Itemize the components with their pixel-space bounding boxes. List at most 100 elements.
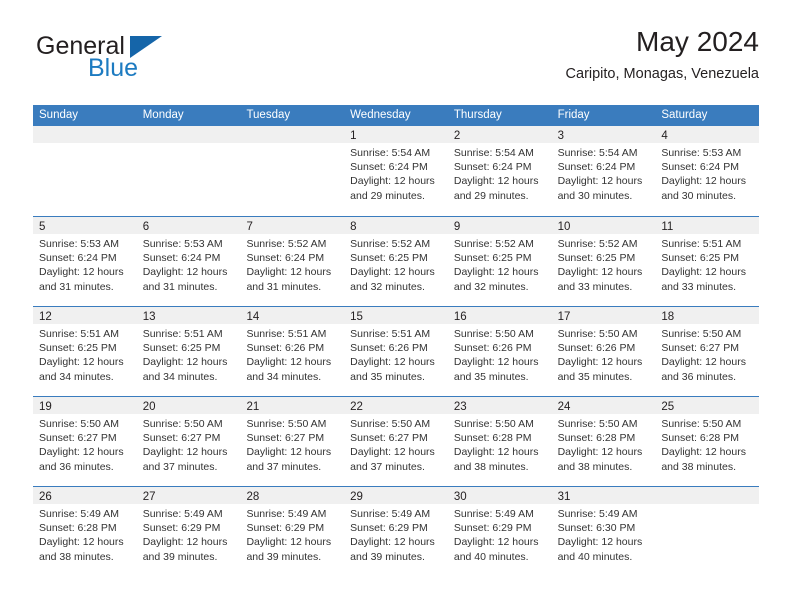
day-detail-line: and 34 minutes.: [142, 370, 218, 383]
day-cell[interactable]: 17 Sunrise: 5:50 AM Sunset: 6:26 PM Dayligh…: [551, 307, 656, 396]
day-detail-line: Sunset: 6:24 PM: [39, 252, 117, 265]
page-subtitle: Caripito, Monagas, Venezuela: [565, 66, 759, 83]
day-cell-empty: [655, 487, 760, 576]
day-cell[interactable]: 13 Sunrise: 5:51 AM Sunset: 6:25 PM Dayligh…: [136, 307, 241, 396]
day-number-band: 2: [447, 126, 552, 143]
day-detail-line: Daylight: 12 hours: [246, 266, 332, 279]
day-cell[interactable]: 31 Sunrise: 5:49 AM Sunset: 6:30 PM Dayligh…: [551, 487, 656, 576]
day-detail-line: Sunset: 6:26 PM: [557, 342, 636, 355]
day-detail-line: and 31 minutes.: [142, 280, 218, 293]
day-cell[interactable]: 15 Sunrise: 5:51 AM Sunset: 6:26 PM Dayligh…: [344, 307, 448, 396]
day-number: 1: [350, 130, 357, 142]
day-detail-line: and 34 minutes.: [246, 370, 322, 383]
day-detail-line: Sunset: 6:30 PM: [557, 522, 636, 535]
day-detail-line: Daylight: 12 hours: [453, 446, 539, 459]
day-details: Sunrise: 5:49 AM Sunset: 6:29 PM Daylight:…: [344, 504, 448, 564]
day-detail-line: and 35 minutes.: [557, 370, 633, 383]
day-cell[interactable]: 2 Sunrise: 5:54 AM Sunset: 6:24 PM Daylight…: [447, 126, 552, 216]
day-cell[interactable]: 4 Sunrise: 5:53 AM Sunset: 6:24 PM Daylight…: [655, 126, 760, 216]
day-cell[interactable]: 30 Sunrise: 5:49 AM Sunset: 6:29 PM Dayligh…: [447, 487, 552, 576]
day-cell[interactable]: 6 Sunrise: 5:53 AM Sunset: 6:24 PM Daylight…: [136, 217, 241, 306]
day-detail-line: Sunset: 6:25 PM: [661, 252, 739, 265]
day-number: 28: [246, 491, 260, 503]
day-cell[interactable]: 16 Sunrise: 5:50 AM Sunset: 6:26 PM Dayligh…: [447, 307, 552, 396]
day-detail-line: and 38 minutes.: [661, 460, 737, 473]
day-detail-line: and 40 minutes.: [453, 550, 529, 563]
day-cell[interactable]: 29 Sunrise: 5:49 AM Sunset: 6:29 PM Dayligh…: [344, 487, 448, 576]
day-cell[interactable]: 11 Sunrise: 5:51 AM Sunset: 6:25 PM Dayligh…: [655, 217, 760, 306]
day-number-band: 8: [344, 217, 448, 234]
day-detail-line: Daylight: 12 hours: [453, 175, 539, 188]
day-cell[interactable]: 22 Sunrise: 5:50 AM Sunset: 6:27 PM Dayligh…: [344, 397, 448, 486]
day-detail-line: Sunrise: 5:49 AM: [557, 508, 638, 520]
day-detail-line: Sunset: 6:24 PM: [661, 161, 739, 174]
day-cell[interactable]: 1 Sunrise: 5:54 AM Sunset: 6:24 PM Daylight…: [344, 126, 448, 216]
day-cell[interactable]: 25 Sunrise: 5:50 AM Sunset: 6:28 PM Dayligh…: [655, 397, 760, 486]
day-number-band: 23: [447, 397, 552, 414]
day-number-band: [33, 126, 137, 143]
day-detail-line: Sunrise: 5:51 AM: [350, 328, 431, 340]
day-cell[interactable]: 26 Sunrise: 5:49 AM Sunset: 6:28 PM Dayligh…: [33, 487, 137, 576]
day-cell[interactable]: 7 Sunrise: 5:52 AM Sunset: 6:24 PM Daylight…: [240, 217, 345, 306]
day-number-band: 12: [33, 307, 137, 324]
day-details: Sunrise: 5:50 AM Sunset: 6:28 PM Daylight:…: [448, 414, 552, 474]
brand-name-blue: Blue: [88, 54, 139, 82]
day-detail-line: Sunrise: 5:54 AM: [557, 147, 638, 159]
day-detail-line: Daylight: 12 hours: [142, 536, 228, 549]
day-details: Sunrise: 5:49 AM Sunset: 6:29 PM Daylight:…: [137, 504, 241, 564]
day-detail-line: Daylight: 12 hours: [661, 446, 746, 459]
day-number: 9: [453, 221, 461, 233]
day-detail-line: Daylight: 12 hours: [557, 536, 643, 549]
day-detail-line: and 35 minutes.: [350, 370, 425, 383]
day-cell[interactable]: 19 Sunrise: 5:50 AM Sunset: 6:27 PM Dayligh…: [33, 397, 137, 486]
day-number: 11: [661, 221, 674, 233]
day-number: 4: [661, 130, 668, 142]
day-cell[interactable]: 9 Sunrise: 5:52 AM Sunset: 6:25 PM Daylight…: [447, 217, 552, 306]
day-detail-line: Sunrise: 5:51 AM: [39, 328, 119, 340]
day-cell[interactable]: 8 Sunrise: 5:52 AM Sunset: 6:25 PM Daylight…: [344, 217, 448, 306]
day-cell[interactable]: 28 Sunrise: 5:49 AM Sunset: 6:29 PM Dayligh…: [240, 487, 345, 576]
day-cell[interactable]: 14 Sunrise: 5:51 AM Sunset: 6:26 PM Dayligh…: [240, 307, 345, 396]
day-detail-line: Sunrise: 5:49 AM: [39, 508, 119, 520]
day-detail-line: Sunrise: 5:53 AM: [661, 147, 742, 159]
day-cell[interactable]: 23 Sunrise: 5:50 AM Sunset: 6:28 PM Dayligh…: [447, 397, 552, 486]
day-detail-line: and 31 minutes.: [246, 280, 322, 293]
day-detail-line: Sunrise: 5:50 AM: [142, 418, 223, 430]
day-cell[interactable]: 12 Sunrise: 5:51 AM Sunset: 6:25 PM Dayligh…: [33, 307, 137, 396]
day-cell[interactable]: 3 Sunrise: 5:54 AM Sunset: 6:24 PM Daylight…: [551, 126, 656, 216]
brand-logo[interactable]: General Blue: [33, 26, 293, 88]
day-cell[interactable]: 18 Sunrise: 5:50 AM Sunset: 6:27 PM Dayligh…: [655, 307, 760, 396]
day-cell[interactable]: 20 Sunrise: 5:50 AM Sunset: 6:27 PM Dayligh…: [136, 397, 241, 486]
day-detail-line: Sunrise: 5:49 AM: [453, 508, 534, 520]
day-cell[interactable]: 27 Sunrise: 5:49 AM Sunset: 6:29 PM Dayligh…: [136, 487, 241, 576]
day-number-band: 16: [447, 307, 552, 324]
day-detail-line: and 37 minutes.: [142, 460, 218, 473]
day-cell[interactable]: 21 Sunrise: 5:50 AM Sunset: 6:27 PM Dayligh…: [240, 397, 345, 486]
day-number: 19: [39, 401, 52, 413]
day-number-band: 24: [551, 397, 656, 414]
day-detail-line: and 38 minutes.: [453, 460, 529, 473]
day-number: 12: [39, 311, 52, 323]
day-detail-line: Daylight: 12 hours: [350, 356, 435, 369]
day-cell[interactable]: 10 Sunrise: 5:52 AM Sunset: 6:25 PM Dayligh…: [551, 217, 656, 306]
day-detail-line: Daylight: 12 hours: [350, 175, 435, 188]
day-detail-line: and 39 minutes.: [350, 550, 425, 563]
day-number-band: 20: [136, 397, 241, 414]
day-number-band: 7: [240, 217, 345, 234]
day-number-band: 14: [240, 307, 345, 324]
day-number: 5: [39, 221, 46, 233]
day-cell[interactable]: 24 Sunrise: 5:50 AM Sunset: 6:28 PM Dayligh…: [551, 397, 656, 486]
day-number-band: 19: [33, 397, 137, 414]
day-cell[interactable]: 5 Sunrise: 5:53 AM Sunset: 6:24 PM Daylight…: [33, 217, 137, 306]
day-detail-line: Sunrise: 5:52 AM: [557, 238, 638, 250]
day-number: 13: [142, 311, 156, 323]
day-detail-line: and 39 minutes.: [142, 550, 218, 563]
day-detail-line: Sunrise: 5:54 AM: [453, 147, 534, 159]
weekday-header-thursday: Thursday: [453, 109, 502, 121]
day-detail-line: Sunset: 6:28 PM: [557, 432, 636, 445]
calendar-grid: Sunday Monday Tuesday Wednesday Thursday Frid…: [33, 105, 760, 576]
day-number-band: [655, 487, 760, 504]
calendar-week-row: 26 Sunrise: 5:49 AM Sunset: 6:28 PM Dayligh…: [33, 486, 760, 576]
day-detail-line: Sunrise: 5:53 AM: [142, 238, 223, 250]
day-number-band: 10: [551, 217, 656, 234]
